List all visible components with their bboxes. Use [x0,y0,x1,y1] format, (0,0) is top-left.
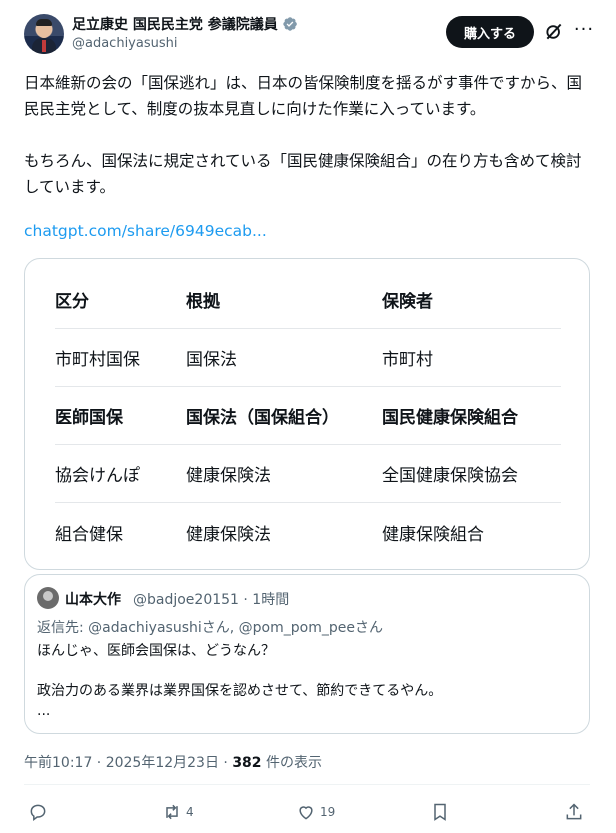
like-count: 19 [320,805,336,819]
author-name-row[interactable]: 足立康史 国民民主党 参議院議員 [72,14,298,34]
table-cell: 健康保険法 [186,466,271,486]
table-cell: 市町村国保 [55,350,140,370]
like-icon [299,806,313,820]
table-cell: 健康保険組合 [382,524,484,545]
quote-author-name[interactable]: 山本大作 [65,589,121,609]
reply-icon [30,804,46,821]
tweet-link[interactable]: chatgpt.com/share/6949ecab... [24,222,267,240]
repost-count: 4 [186,805,194,819]
table-cell: 国保法（国保組合） [186,408,339,428]
reply-prefix: 返信先: [37,620,89,636]
action-bar: 4 19 [28,800,588,824]
table-row: 組合健保 健康保険法 健康保険組合 [55,503,561,561]
author-avatar[interactable] [24,14,64,54]
quote-text: ほんじゃ、医師会国保は、どうなん？ 政治力のある業界は業界国保を認めさせて、節約… [37,641,577,721]
bookmark-button[interactable] [430,800,450,824]
table-cell: 全国健康保険協会 [382,466,518,486]
table-cell: 医師国保 [55,408,123,428]
verified-badge-icon [283,17,297,31]
reply-button[interactable] [28,800,48,824]
table-header-cell: 根拠 [186,292,220,312]
table-cell: 市町村 [382,350,433,370]
quote-gap [37,661,577,681]
table-header-row: 区分 根拠 保険者 [55,271,561,329]
table-cell: 国保法 [186,350,237,370]
share-button[interactable] [564,800,584,824]
post-meta: 午前10:17 · 2025年12月23日 · 382 件の表示 [24,752,322,772]
repost-icon [166,804,178,820]
divider [24,784,590,785]
grok-icon[interactable] [544,22,564,42]
table-cell: 組合健保 [55,524,123,545]
table-row: 市町村国保 国保法 市町村 [55,329,561,387]
quote-author-meta: @badjoe20151 · 1時間 [133,592,290,608]
more-icon[interactable]: ··· [572,20,596,44]
tweet-paragraph-2: もちろん、国保法に規定されている「国民健康保険組合」の在り方も含めて検討していま… [24,152,582,196]
author-name[interactable]: 足立康史 国民民主党 参議院議員 [72,14,278,34]
reply-separator: , [229,620,239,636]
post-header: 足立康史 国民民主党 参議院議員 @adachiyasushi 購入する ··· [24,12,596,60]
quote-line: 政治力のある業界は業界国保を認めさせて、節約できてるやん。 [37,683,443,699]
quote-reply-to: 返信先: @adachiyasushiさん, @pom_pom_peeさん [37,617,383,637]
quote-line: ほんじゃ、医師会国保は、どうなん？ [37,643,275,659]
tweet-text: 日本維新の会の「国保逃れ」は、日本の皆保険制度を揺るがす事件ですから、国民民主党… [24,70,590,200]
repost-button[interactable]: 4 [162,800,194,824]
tweet-paragraph-1: 日本維新の会の「国保逃れ」は、日本の皆保険制度を揺るがす事件ですから、国民民主党… [24,74,583,118]
buy-button[interactable]: 購入する [446,16,534,48]
table-row: 医師国保 国保法（国保組合） 国民健康保険組合 [55,387,561,445]
share-icon [566,803,582,820]
quoted-post[interactable]: 山本大作 @badjoe20151 · 1時間 返信先: @adachiyasu… [24,574,590,734]
reply-mention[interactable]: @adachiyasushiさん [88,620,230,636]
table-cell: 協会けんぽ [55,466,140,486]
avatar-hair [36,19,52,26]
author-handle[interactable]: @adachiyasushi [72,36,177,51]
table-cell: 健康保険法 [186,524,271,545]
quote-line: ... [37,703,51,719]
table-row: 協会けんぽ 健康保険法 全国健康保険協会 [55,445,561,503]
view-count: 382 [232,755,262,771]
table-card[interactable]: 区分 根拠 保険者 市町村国保 国保法 市町村 医師国保 国保法（国保組合） 国… [24,258,590,570]
table-header-cell: 保険者 [382,292,433,312]
table-cell: 国民健康保険組合 [382,408,518,428]
avatar-tie [42,40,46,52]
post-timestamp[interactable]: 午前10:17 · 2025年12月23日 · [24,755,232,771]
view-label: 件の表示 [261,755,322,771]
like-button[interactable]: 19 [296,800,335,824]
reply-mention[interactable]: @pom_pom_peeさん [239,620,383,636]
quote-author-avatar[interactable] [37,587,59,609]
table-header-cell: 区分 [55,292,89,312]
insurance-table: 区分 根拠 保険者 市町村国保 国保法 市町村 医師国保 国保法（国保組合） 国… [55,271,561,561]
bookmark-icon [434,803,446,821]
